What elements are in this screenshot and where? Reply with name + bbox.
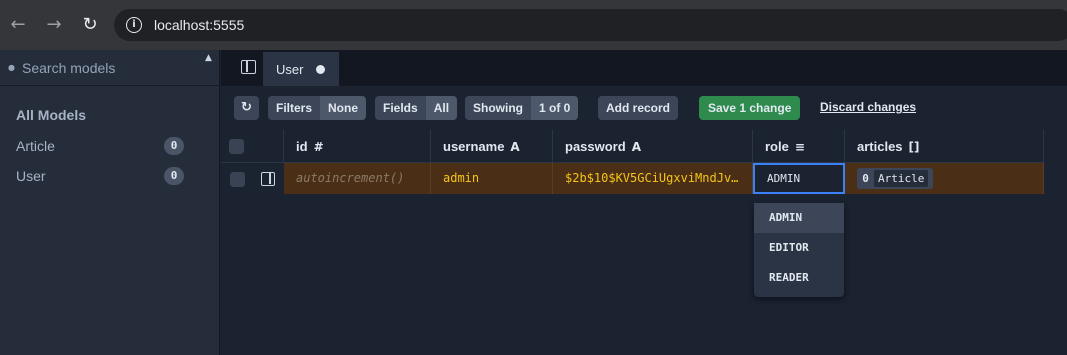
enum-type-icon: ≡ xyxy=(794,140,805,154)
sidebar-item-label: Article xyxy=(16,138,55,154)
sidebar: ● Search models ▲ All Models Article 0 U… xyxy=(0,50,220,355)
chip-count: 0 xyxy=(862,172,869,185)
string-type-icon: A xyxy=(510,140,520,154)
filters-button[interactable]: Filters None xyxy=(268,96,367,120)
chip-label: Article xyxy=(874,170,929,187)
tab-label: User xyxy=(276,62,304,77)
add-record-button[interactable]: Add record xyxy=(598,96,679,120)
url-text[interactable]: localhost:5555 xyxy=(154,17,244,33)
column-header-username[interactable]: username A xyxy=(431,130,553,163)
unsaved-dot-icon[interactable] xyxy=(316,65,325,74)
list-type-icon: [] xyxy=(908,140,920,154)
all-models-heading[interactable]: All Models xyxy=(16,107,86,123)
showing-button[interactable]: Showing 1 of 0 xyxy=(465,96,579,120)
cell-password[interactable]: $2b$10$KV5GCiUgxviMndJv… xyxy=(553,163,753,194)
showing-value: 1 of 0 xyxy=(531,96,579,120)
dropdown-option-editor[interactable]: EDITOR xyxy=(754,233,844,263)
sidebar-item-label: User xyxy=(16,168,46,184)
reload-icon[interactable]: ↻ xyxy=(78,13,102,37)
column-header-articles[interactable]: articles [] xyxy=(845,130,1044,163)
info-icon[interactable]: i xyxy=(126,17,142,33)
dropdown-option-admin[interactable]: ADMIN xyxy=(754,203,844,233)
dropdown-option-reader[interactable]: READER xyxy=(754,263,844,293)
select-all-header xyxy=(221,130,284,163)
table-header: id # username A password A role ≡ articles [] xyxy=(221,130,1044,163)
search-input[interactable]: Search models xyxy=(22,60,115,76)
fields-button[interactable]: Fields All xyxy=(375,96,458,120)
column-name: username xyxy=(443,139,505,154)
column-name: articles xyxy=(857,139,903,154)
cell-username[interactable]: admin xyxy=(431,163,553,194)
column-header-role[interactable]: role ≡ xyxy=(753,130,845,163)
column-name: role xyxy=(765,139,789,154)
table-row: autoincrement() admin $2b$10$KV5GCiUgxvi… xyxy=(284,163,1044,194)
save-changes-button[interactable]: Save 1 change xyxy=(699,96,801,120)
row-controls xyxy=(221,163,284,194)
toolbar: ↻ Filters None Fields All Showing 1 of 0 Ad… xyxy=(221,86,1067,130)
column-header-password[interactable]: password A xyxy=(553,130,753,163)
arrow-right-icon[interactable]: → xyxy=(42,13,66,37)
sidebar-toggle-icon[interactable] xyxy=(241,60,256,74)
discard-changes-link[interactable]: Discard changes xyxy=(820,100,916,114)
arrow-left-icon[interactable]: ← xyxy=(6,13,30,37)
showing-label: Showing xyxy=(473,101,523,115)
count-badge: 0 xyxy=(164,137,184,155)
select-all-checkbox[interactable] xyxy=(229,139,244,154)
browser-toolbar: ← → ↻ i localhost:5555 xyxy=(0,0,1067,50)
cell-id[interactable]: autoincrement() xyxy=(284,163,431,194)
filters-label: Filters xyxy=(276,101,313,115)
relation-chip[interactable]: 0 Article xyxy=(857,168,934,189)
fields-value: All xyxy=(425,96,458,120)
cell-articles[interactable]: 0 Article xyxy=(845,163,1044,194)
sidebar-item-article[interactable]: Article 0 xyxy=(16,136,186,158)
scroll-up-icon[interactable]: ▲ xyxy=(205,53,212,63)
column-name: id xyxy=(296,139,308,154)
row-checkbox[interactable] xyxy=(230,172,245,187)
tab-user[interactable]: User xyxy=(263,52,339,86)
tab-bar: User xyxy=(221,50,1067,86)
reload-data-button[interactable]: ↻ xyxy=(234,96,259,120)
role-dropdown: ADMIN EDITOR READER xyxy=(754,203,844,297)
expand-row-icon[interactable] xyxy=(261,172,275,186)
column-name: password xyxy=(565,139,626,154)
string-type-icon: A xyxy=(631,140,641,154)
sidebar-item-user[interactable]: User 0 xyxy=(16,166,186,188)
filters-value: None xyxy=(320,96,367,120)
search-icon: ● xyxy=(8,63,15,72)
count-badge: 0 xyxy=(164,167,184,185)
main-area: User ↻ Filters None Fields All Showing 1 of… xyxy=(221,50,1067,355)
address-bar[interactable]: i localhost:5555 xyxy=(114,9,1067,41)
cell-role[interactable]: ADMIN xyxy=(753,163,845,194)
fields-label: Fields xyxy=(383,101,418,115)
column-header-id[interactable]: id # xyxy=(284,130,431,163)
number-type-icon: # xyxy=(313,140,324,154)
search-box[interactable]: ● Search models xyxy=(0,50,219,86)
